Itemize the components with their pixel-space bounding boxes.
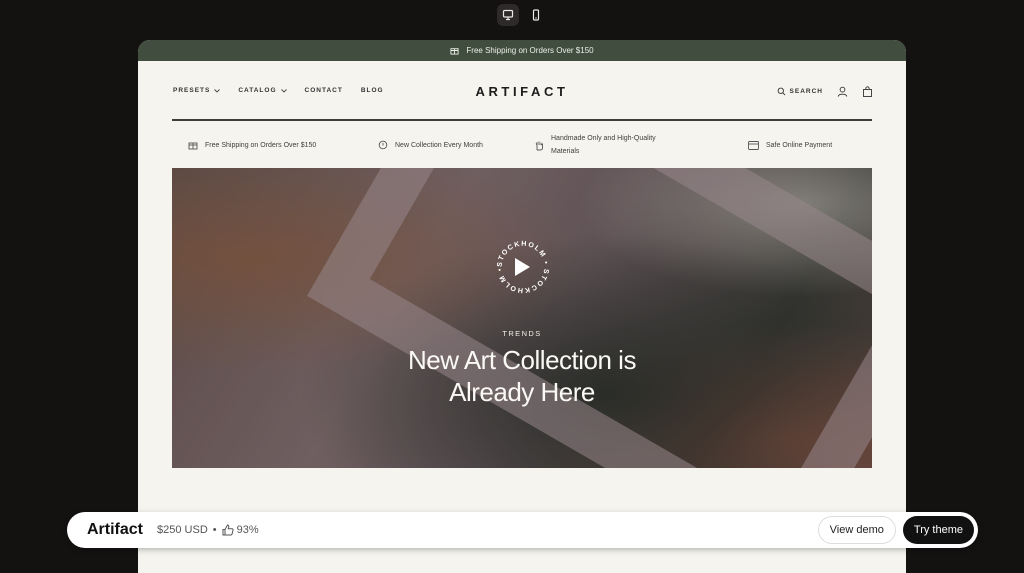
theme-price: $250 USD <box>157 524 208 536</box>
header-divider <box>172 119 872 121</box>
feature-payment: Safe Online Payment <box>748 130 832 160</box>
feature-text: Free Shipping on Orders Over $150 <box>205 141 317 149</box>
theme-name: Artifact <box>87 521 144 538</box>
feature-collection: New Collection Every Month <box>378 130 483 160</box>
feature-strip: Free Shipping on Orders Over $150 New Co… <box>172 130 872 160</box>
calendar-icon <box>378 140 388 150</box>
cart-icon[interactable] <box>862 86 873 97</box>
announcement-bar: Free Shipping on Orders Over $150 <box>138 40 906 61</box>
theme-info-bar: Artifact $250 USD • 93% View demo Try th… <box>67 512 978 548</box>
feature-text-block: Handmade Only and High-Quality Materials <box>551 132 656 158</box>
hero-eyebrow: TRENDS <box>502 329 542 338</box>
hero-headline-line: New Art Collection is <box>408 345 636 375</box>
header-actions: SEARCH <box>777 86 873 97</box>
feature-text: New Collection Every Month <box>395 141 483 149</box>
phone-icon <box>532 9 540 21</box>
mobile-view-button[interactable] <box>525 4 547 26</box>
separator-dot: • <box>212 524 217 536</box>
gift-icon <box>450 48 459 55</box>
search-button[interactable]: SEARCH <box>777 87 823 96</box>
rating-value: 93% <box>236 524 259 536</box>
monitor-icon <box>502 9 514 21</box>
desktop-view-button[interactable] <box>497 4 519 26</box>
hero-banner[interactable]: STOCKHOLM • STOCKHOLM • TRENDS New Art C… <box>172 168 872 468</box>
play-icon[interactable] <box>515 258 530 276</box>
announcement-text: Free Shipping on Orders Over $150 <box>466 46 594 55</box>
feature-text: Safe Online Payment <box>766 141 833 149</box>
feature-handmade: Handmade Only and High-Quality Materials <box>534 130 656 160</box>
thumbs-up-icon <box>222 524 234 536</box>
hand-icon <box>535 141 543 150</box>
credit-card-icon <box>748 140 759 150</box>
try-theme-button[interactable]: Try theme <box>902 516 974 544</box>
feature-shipping: Free Shipping on Orders Over $150 <box>188 130 316 160</box>
store-preview: Free Shipping on Orders Over $150 PRESET… <box>138 40 906 573</box>
device-toggle <box>497 4 547 26</box>
feature-text: Materials <box>551 148 580 155</box>
gift-icon <box>188 142 198 150</box>
store-header: PRESETS CATALOG CONTACT BLOG ARTIFACT SE… <box>138 61 906 121</box>
hero-headline: New Art Collection is Already Here <box>172 344 872 408</box>
feature-text: Handmade Only and High-Quality <box>551 135 656 142</box>
hero-headline-line: Already Here <box>449 377 595 407</box>
search-icon <box>777 87 785 96</box>
search-label: SEARCH <box>789 88 823 95</box>
account-icon[interactable] <box>837 86 848 97</box>
view-demo-button[interactable]: View demo <box>817 516 896 544</box>
hero-overlay <box>172 168 872 468</box>
theme-rating: 93% <box>222 524 259 536</box>
